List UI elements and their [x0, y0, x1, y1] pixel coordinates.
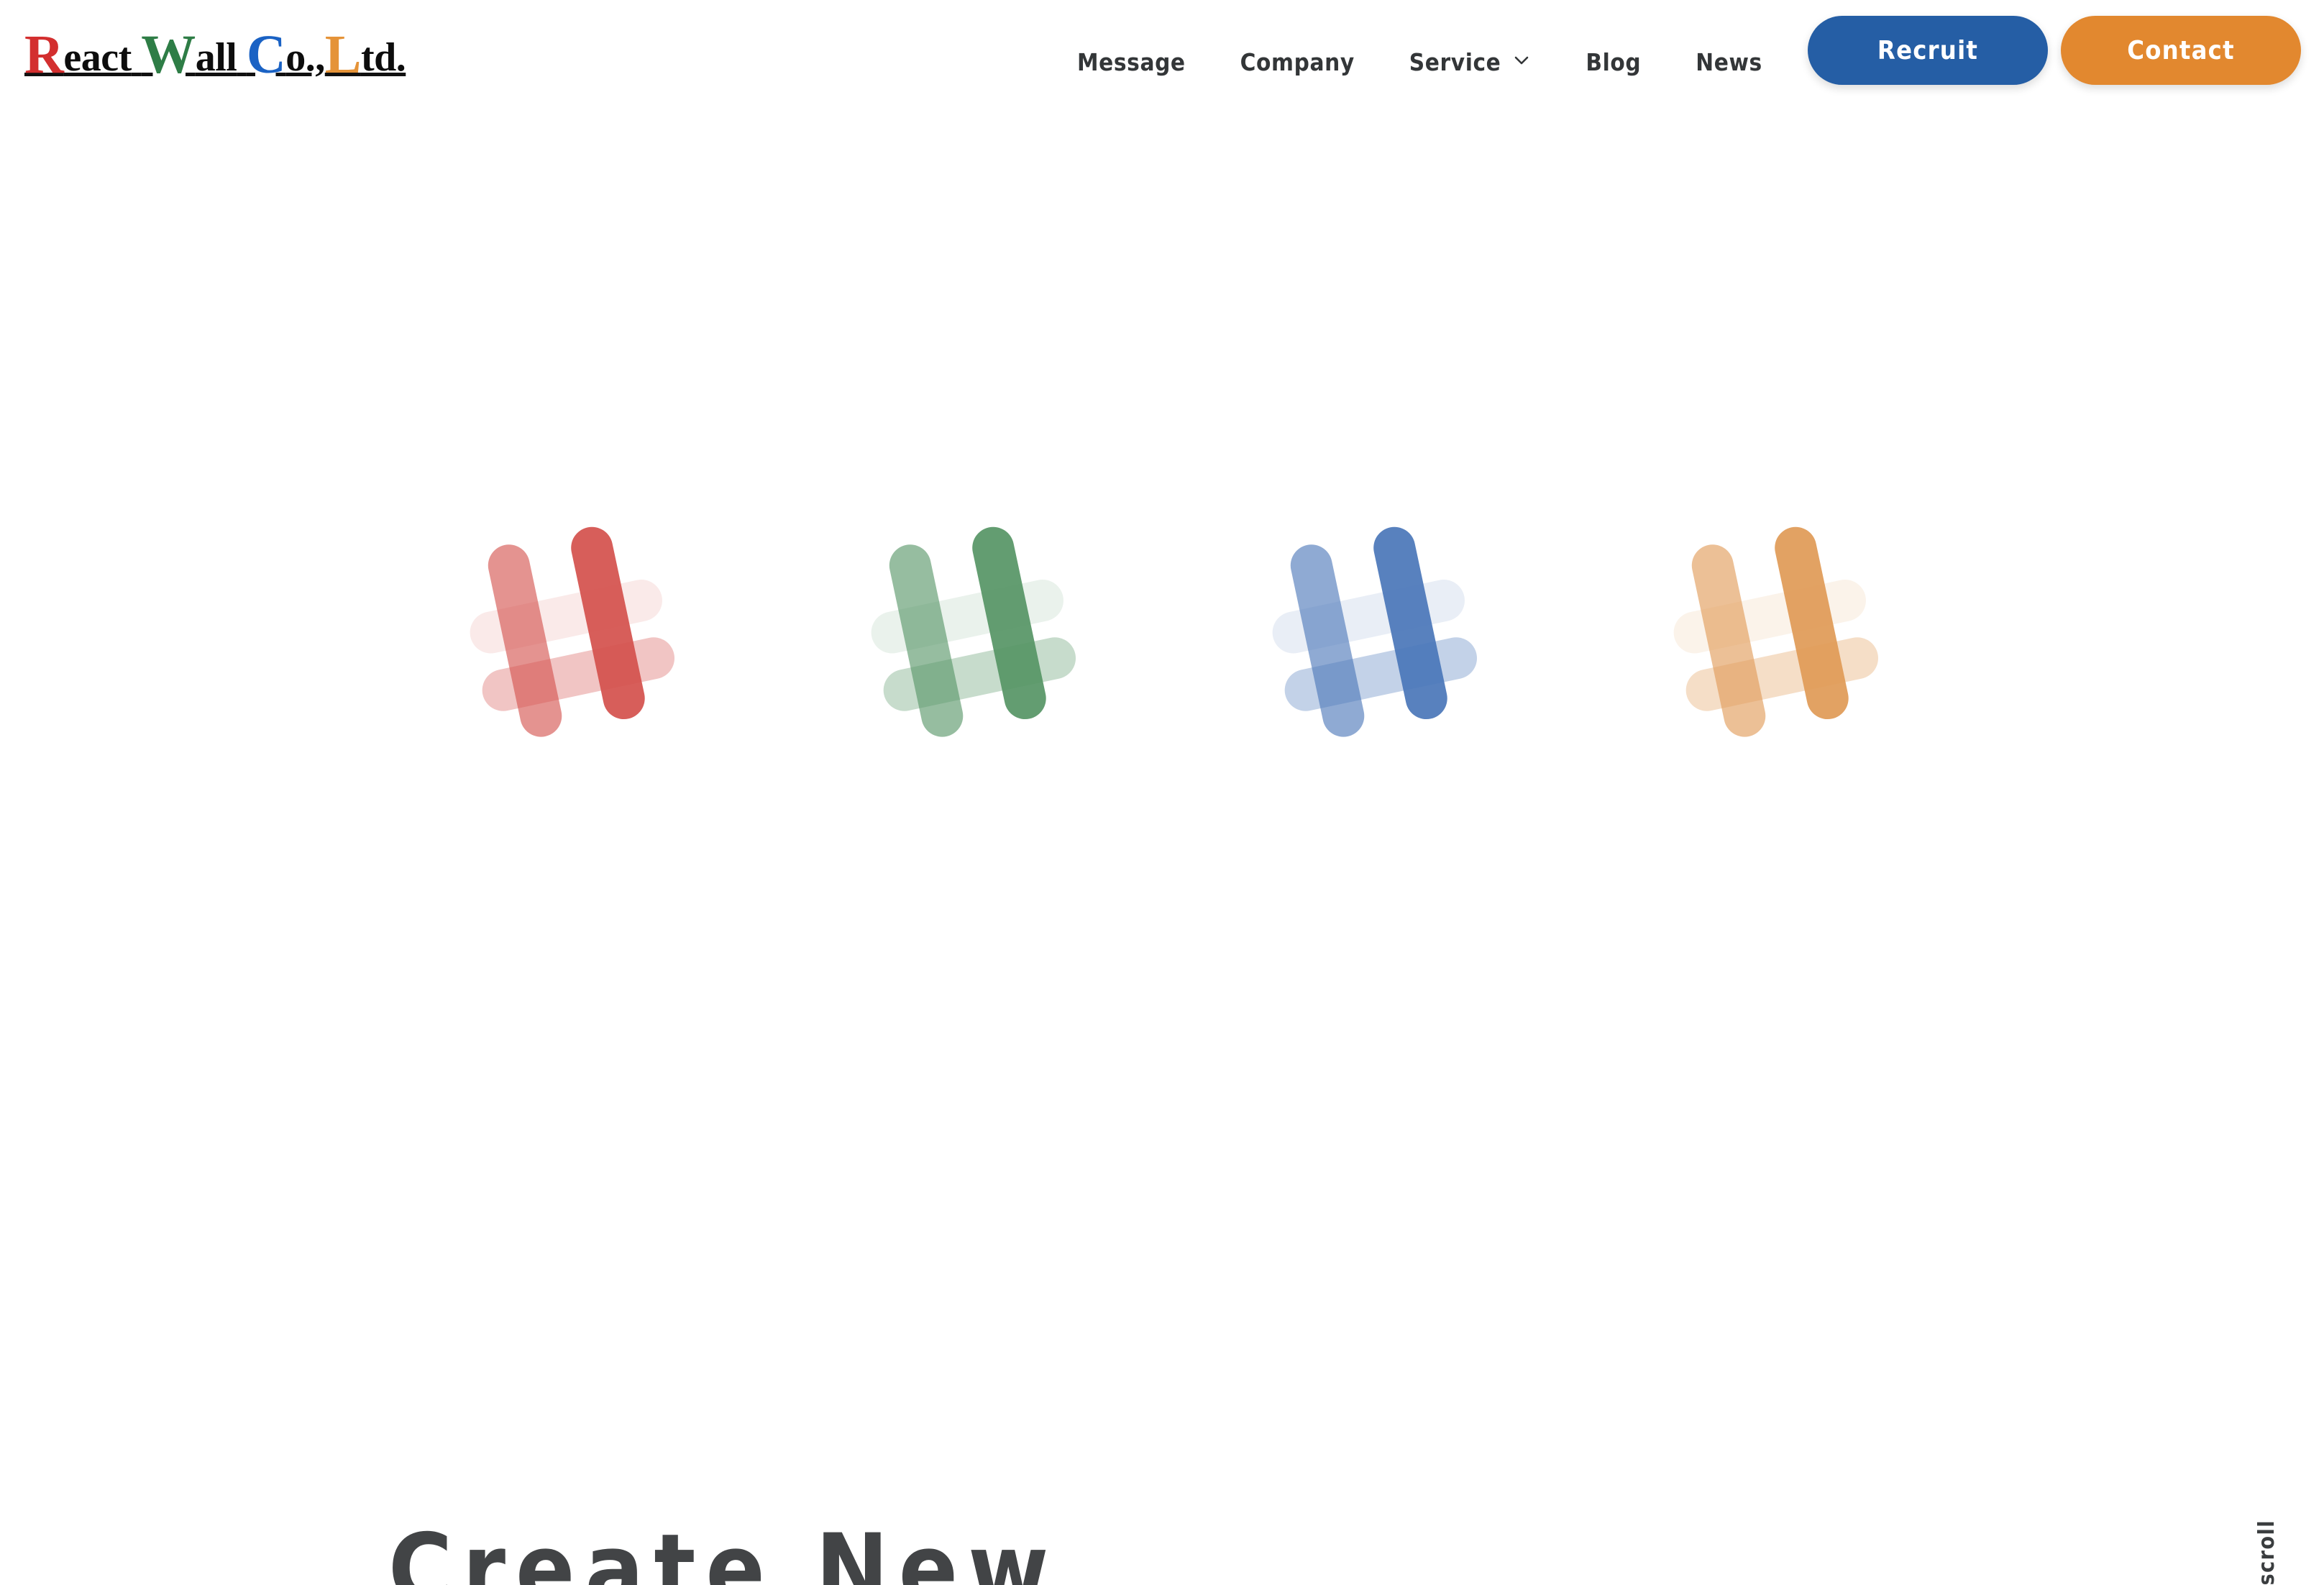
recruit-button[interactable]: Recruit — [1808, 16, 2048, 85]
main-navigation: Message Company Service Blog News — [1050, 0, 1790, 124]
logo-space-2 — [237, 35, 247, 80]
logo-cap-l: L — [324, 24, 362, 85]
logo-cap-r: R — [24, 24, 64, 85]
site-logo[interactable]: React Wall Co.,Ltd. — [24, 27, 406, 82]
nav-item-service[interactable]: Service — [1382, 0, 1559, 124]
logo-cap-w: W — [141, 24, 196, 85]
logo-part-wall: Wall — [141, 27, 237, 82]
nav-label-message: Message — [1077, 47, 1186, 76]
logo-part-ltd: Ltd. — [325, 27, 406, 82]
logo-part-react: React — [24, 27, 132, 82]
landing-page: React Wall Co.,Ltd. Message Company Serv… — [0, 0, 2324, 1585]
hash-mark-green — [847, 503, 1092, 748]
chevron-down-icon — [1512, 51, 1531, 70]
nav-label-company: Company — [1240, 47, 1355, 76]
hero-headline-line-1: Create New — [388, 1513, 1059, 1585]
logo-space-1 — [132, 35, 142, 80]
hash-mark-orange — [1650, 503, 1894, 748]
nav-label-blog: Blog — [1586, 47, 1642, 76]
header-action-buttons: Recruit Contact — [1808, 16, 2301, 85]
logo-rest-all: all — [195, 35, 237, 80]
scroll-indicator[interactable]: scroll — [2251, 1477, 2284, 1585]
hero-logo-marks — [0, 503, 2324, 791]
contact-button[interactable]: Contact — [2061, 16, 2301, 85]
hash-mark-blue — [1248, 503, 1493, 748]
nav-item-message[interactable]: Message — [1050, 0, 1213, 124]
scroll-indicator-label: scroll — [2254, 1519, 2279, 1585]
logo-part-co: Co., — [247, 27, 325, 82]
logo-rest-eact: eact — [63, 35, 132, 80]
site-header: React Wall Co.,Ltd. Message Company Serv… — [0, 0, 2324, 124]
hero-headline: Create New Business. — [388, 1282, 1058, 1585]
nav-label-service: Service — [1409, 47, 1501, 76]
logo-cap-c: C — [246, 24, 286, 85]
nav-label-news: News — [1696, 47, 1762, 76]
hash-mark-red — [446, 503, 690, 748]
logo-rest-o: o., — [285, 35, 325, 80]
logo-rest-td: td. — [360, 35, 406, 80]
nav-item-blog[interactable]: Blog — [1558, 0, 1668, 124]
nav-item-news[interactable]: News — [1668, 0, 1790, 124]
nav-item-company[interactable]: Company — [1213, 0, 1382, 124]
